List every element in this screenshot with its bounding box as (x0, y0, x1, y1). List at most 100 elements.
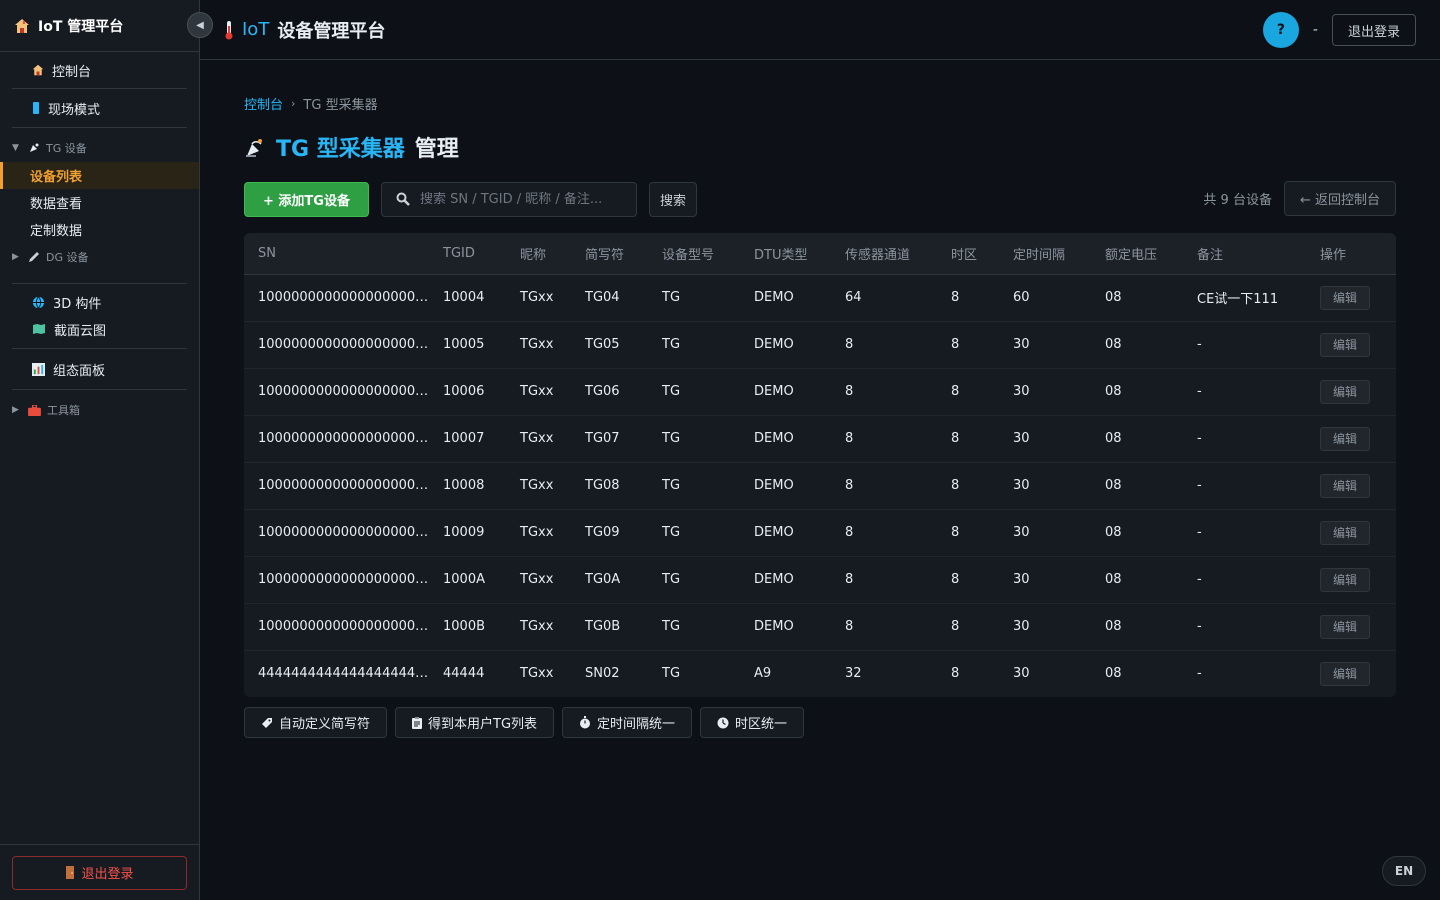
cell-remark: - (1183, 415, 1306, 463)
device-count: 共 9 台设备 (1203, 193, 1272, 208)
sidebar-item-panel[interactable]: 组态面板 (0, 349, 199, 389)
unify-timezone-button[interactable]: 时区统一 (700, 707, 805, 738)
sidebar-item-label: 3D 构件 (53, 296, 102, 312)
sidebar-item-label: 现场模式 (48, 102, 101, 118)
edit-button[interactable]: 编辑 (1320, 379, 1371, 404)
cell-abbrev: TG07 (571, 415, 648, 463)
cell-tgid: 10005 (429, 321, 506, 369)
cell-timezone: 8 (937, 321, 999, 369)
edit-button[interactable]: 编辑 (1320, 567, 1371, 592)
cell-nickname: TGxx (520, 666, 554, 682)
cell-actions: 编辑 (1306, 650, 1396, 697)
cell-actions: 编辑 (1306, 509, 1396, 557)
column-header[interactable]: TGID (429, 233, 506, 275)
table-row: 10000000000000000000... 10007 TGxx TG07 TG DE… (244, 415, 1396, 463)
cell-channels: 32 (845, 666, 862, 682)
cell-channels: 8 (831, 462, 937, 510)
edit-button[interactable]: 编辑 (1320, 426, 1371, 451)
cell-model: TG (648, 368, 740, 416)
sidebar-item-dashboard[interactable]: 控制台 (0, 52, 199, 88)
cell-nickname: TGxx (506, 509, 571, 557)
cell-remark: - (1183, 509, 1306, 557)
cell-channels: 8 (831, 556, 937, 604)
cell-remark: - (1183, 321, 1306, 369)
column-header[interactable]: 额定电压 (1091, 233, 1183, 275)
sidebar-logout-button[interactable]: 退出登录 (12, 855, 187, 890)
cell-model: TG (648, 603, 740, 651)
cell-actions: 编辑 (1306, 462, 1396, 510)
action-label: 自动定义简写符 (279, 717, 371, 732)
cell-tgid: 10008 (429, 462, 506, 510)
cell-timezone: 8 (937, 415, 999, 463)
home-icon (14, 18, 30, 34)
sidebar-group-tg[interactable]: ▼ TG 设备 (0, 134, 199, 162)
cell-channels: 8 (831, 603, 937, 651)
sidebar-group-dg[interactable]: ▶ DG 设备 (0, 243, 199, 271)
column-header[interactable]: 简写符 (571, 233, 648, 275)
table-row: 10000000000000000000... 1000B TGxx TG0B TG DE… (244, 603, 1396, 651)
cell-nickname: TGxx (506, 556, 571, 604)
column-header[interactable]: 设备型号 (648, 233, 740, 275)
edit-button[interactable]: 编辑 (1320, 614, 1371, 639)
cell-channels: 64 (831, 274, 937, 322)
language-toggle-button[interactable]: EN (1382, 856, 1426, 886)
top-header: IoT 设备管理平台 ? - 退出登录 (200, 0, 1440, 60)
cell-voltage: 08 (1091, 274, 1183, 322)
sidebar-brand[interactable]: IoT 管理平台 (0, 0, 199, 52)
breadcrumb-home-link[interactable]: 控制台 (244, 94, 283, 113)
edit-button[interactable]: 编辑 (1320, 473, 1371, 498)
sidebar-item-field-mode[interactable]: 现场模式 (0, 89, 199, 127)
sidebar-item-3d[interactable]: 3D 构件 (0, 288, 199, 316)
edit-button[interactable]: 编辑 (1320, 332, 1371, 357)
cell-remark: - (1183, 556, 1306, 604)
column-header[interactable]: 传感器通道 (831, 233, 937, 275)
chevron-down-icon: ▼ (12, 143, 19, 153)
column-header[interactable]: DTU类型 (740, 233, 831, 275)
cell-interval: 30 (999, 368, 1091, 416)
column-header[interactable]: 昵称 (506, 233, 571, 275)
breadcrumb-current: TG 型采集器 (303, 98, 378, 113)
cell-sn: 10000000000000000000... (244, 368, 429, 416)
get-user-tg-list-button[interactable]: 得到本用户TG列表 (395, 707, 555, 738)
avatar[interactable]: ? (1262, 12, 1299, 48)
unify-interval-button[interactable]: 定时间隔统一 (562, 707, 693, 738)
cell-actions: 编辑 (1306, 274, 1396, 322)
satellite-icon (28, 142, 40, 154)
edit-button[interactable]: 编辑 (1320, 661, 1371, 686)
cell-remark: - (1197, 666, 1202, 682)
column-header[interactable]: 时区 (937, 233, 999, 275)
sidebar-collapse-button[interactable]: ◀ (187, 12, 213, 38)
header-title-text: 设备管理平台 (277, 20, 386, 42)
header-logout-button[interactable]: 退出登录 (1331, 14, 1416, 46)
cell-tgid: 44444 (443, 666, 485, 682)
cell-interval: 30 (999, 509, 1091, 557)
sidebar-item-device-list[interactable]: 设备列表 (0, 162, 199, 189)
page-title: TG 型采集器 管理 (244, 131, 1396, 163)
sidebar-item-custom-data[interactable]: 定制数据 (0, 216, 199, 243)
user-name: - (1312, 22, 1318, 38)
search-button[interactable]: 搜索 (648, 181, 697, 217)
cell-actions: 编辑 (1306, 321, 1396, 369)
cell-voltage: 08 (1105, 666, 1122, 682)
cell-model: TG (648, 509, 740, 557)
batch-actions: 自动定义简写符 得到本用户TG列表 定时间隔统一 时区统一 (244, 707, 1396, 738)
column-header[interactable]: SN (244, 233, 429, 275)
sidebar-group-tools[interactable]: ▶ 工具箱 (0, 396, 199, 424)
sidebar-group-label: 工具箱 (47, 404, 80, 417)
sidebar-item-data-view[interactable]: 数据查看 (0, 189, 199, 216)
cell-actions: 编辑 (1306, 415, 1396, 463)
chevron-right-icon: ▶ (12, 252, 19, 262)
sidebar-item-section-map[interactable]: 截面云图 (0, 316, 199, 342)
add-tg-device-button[interactable]: + 添加TG设备 (244, 181, 369, 217)
column-header[interactable]: 定时间隔 (999, 233, 1091, 275)
edit-button[interactable]: 编辑 (1320, 520, 1371, 545)
cell-actions: 编辑 (1306, 603, 1396, 651)
search-input[interactable] (419, 191, 630, 207)
back-to-dashboard-button[interactable]: ← 返回控制台 (1283, 181, 1396, 216)
auto-abbrev-button[interactable]: 自动定义简写符 (244, 707, 388, 738)
cell-sn: 10000000000000000000... (244, 556, 429, 604)
page-title-device: TG 型采集器 (276, 137, 405, 162)
cell-model: TG (648, 321, 740, 369)
column-header[interactable]: 备注 (1183, 233, 1306, 275)
edit-button[interactable]: 编辑 (1320, 285, 1371, 310)
